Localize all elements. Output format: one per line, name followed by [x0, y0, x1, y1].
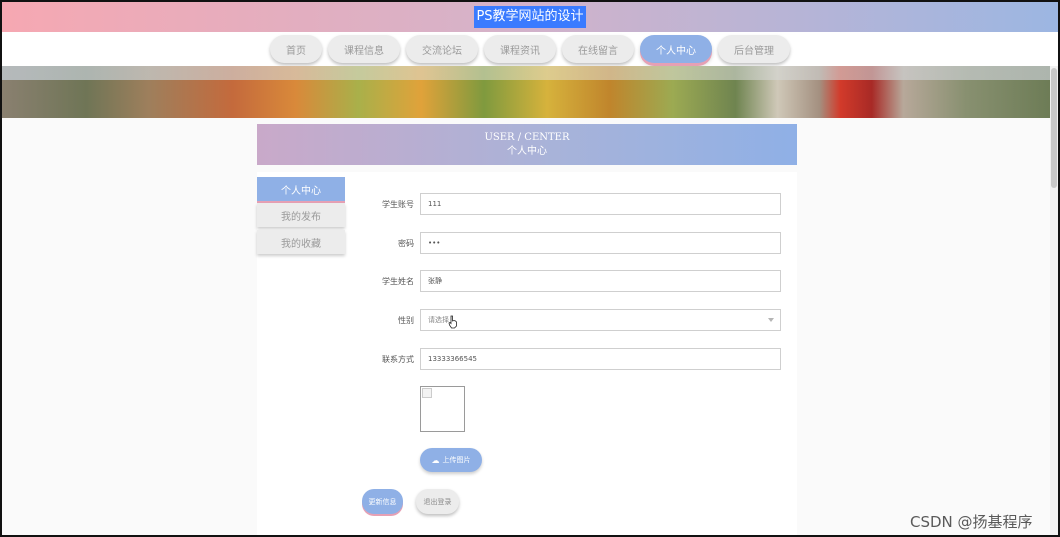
- nav-item-home[interactable]: 首页: [270, 35, 322, 63]
- name-label: 学生姓名: [382, 277, 414, 286]
- name-field[interactable]: 张静: [420, 270, 781, 292]
- phone-label: 联系方式: [382, 355, 414, 364]
- gender-label: 性别: [398, 316, 414, 325]
- sidebar-item-my-posts[interactable]: 我的发布: [257, 203, 345, 227]
- site-title: PS教学网站的设计: [474, 6, 586, 28]
- autumn-banner-image: [2, 66, 1050, 118]
- account-label: 学生账号: [382, 200, 414, 209]
- scrollbar-thumb[interactable]: [1051, 68, 1057, 188]
- nav-item-user-center[interactable]: 个人中心: [640, 35, 712, 63]
- logout-button[interactable]: 退出登录: [416, 489, 459, 514]
- nav-item-news[interactable]: 课程资讯: [484, 35, 556, 63]
- sidebar-item-favorites[interactable]: 我的收藏: [257, 230, 345, 254]
- nav-item-forum[interactable]: 交流论坛: [406, 35, 478, 63]
- csdn-watermark: CSDN @扬基程序: [910, 513, 1033, 531]
- phone-field[interactable]: 13333366545: [420, 348, 781, 370]
- update-info-button[interactable]: 更新信息: [362, 489, 403, 514]
- hand-cursor-icon: [448, 315, 457, 329]
- password-label: 密码: [398, 239, 414, 248]
- cloud-upload-icon: ☁: [431, 455, 440, 465]
- avatar-image-placeholder: [420, 386, 465, 432]
- section-header-cn: 个人中心: [507, 145, 547, 157]
- main-nav: 首页 课程信息 交流论坛 课程资讯 在线留言 个人中心 后台管理: [2, 32, 1058, 66]
- title-bar: PS教学网站的设计: [2, 2, 1058, 32]
- nav-item-admin[interactable]: 后台管理: [718, 35, 790, 63]
- page-scrollbar[interactable]: [1050, 66, 1058, 535]
- section-header: USER / CENTER 个人中心: [257, 124, 797, 165]
- nav-item-courses[interactable]: 课程信息: [328, 35, 400, 63]
- gender-select[interactable]: 请选择: [420, 309, 781, 331]
- banner-sky: [2, 66, 1050, 80]
- upload-image-label: 上传图片: [442, 456, 471, 464]
- nav-item-messages[interactable]: 在线留言: [562, 35, 634, 63]
- chevron-down-icon: [768, 318, 774, 322]
- upload-image-button[interactable]: ☁ 上传图片: [420, 448, 482, 472]
- section-header-en: USER / CENTER: [484, 131, 570, 143]
- sidebar-item-user-center[interactable]: 个人中心: [257, 177, 345, 201]
- password-field[interactable]: •••: [420, 232, 781, 254]
- broken-image-icon: [422, 388, 432, 398]
- gender-select-value: 请选择: [428, 316, 449, 324]
- account-field[interactable]: 111: [420, 193, 781, 215]
